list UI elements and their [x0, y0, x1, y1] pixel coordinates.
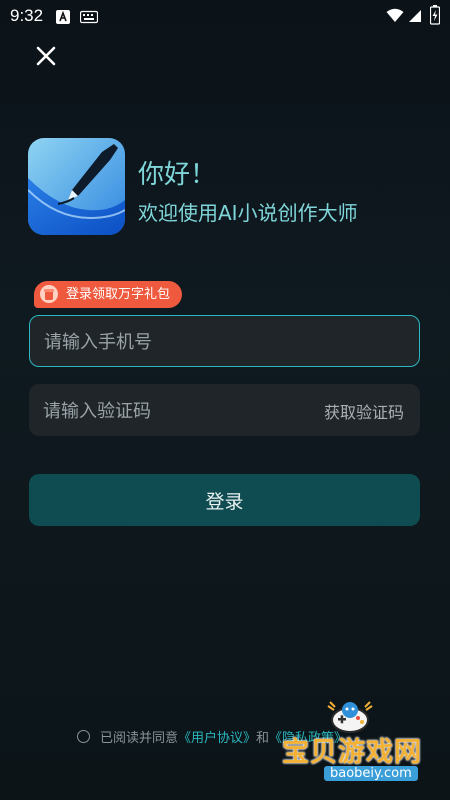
battery-charging-icon — [429, 5, 441, 29]
phone-field[interactable] — [29, 315, 420, 368]
get-code-button[interactable]: 获取验证码 — [324, 399, 404, 423]
phone-input[interactable] — [42, 316, 306, 368]
watermark-title: 宝贝游戏网 — [282, 737, 422, 768]
gift-icon — [38, 283, 60, 305]
verification-code-field[interactable]: 获取验证码 — [29, 384, 420, 438]
gamepad-icon — [326, 700, 374, 734]
welcome-subtitle: 欢迎使用AI小说创作大师 — [138, 201, 358, 225]
app-logo — [28, 138, 125, 235]
status-time: 9:32 — [10, 6, 44, 25]
promo-badge-label: 登录领取万字礼包 — [66, 287, 171, 302]
watermark: 宝贝游戏网 baobeiy.com — [268, 700, 448, 790]
agreement-prefix: 已阅读并同意 — [100, 731, 179, 746]
verification-code-input[interactable] — [41, 384, 305, 438]
watermark-url: baobeiy.com — [324, 766, 418, 781]
signal-icon — [408, 8, 422, 27]
user-agreement-link[interactable]: 《用户协议》 — [178, 727, 256, 746]
close-button[interactable] — [30, 40, 62, 72]
wifi-icon — [386, 8, 404, 27]
promo-badge: 登录领取万字礼包 — [34, 281, 183, 308]
keyboard-icon — [79, 9, 99, 28]
close-icon — [36, 46, 56, 66]
status-bar: 9:32 — [0, 0, 450, 32]
greeting-title: 你好！ — [138, 160, 217, 190]
login-button[interactable]: 登录 — [29, 474, 420, 526]
agreement-radio[interactable] — [77, 730, 90, 743]
app-a-icon — [56, 9, 70, 28]
